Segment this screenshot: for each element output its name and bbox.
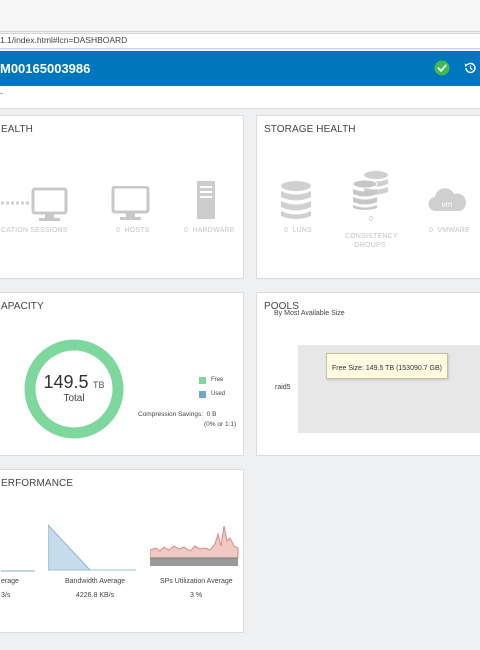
- browser-toolbar: [0, 0, 480, 32]
- performance-title: ERFORMANCE: [1, 478, 74, 489]
- system-health-card[interactable]: EALTH CATION SESSIONS 0 HOSTS 0 HARDWARE: [0, 115, 244, 279]
- pool-tooltip: Free Size: 149.5 TB (153090.7 GB): [326, 353, 448, 379]
- luns-label[interactable]: 0 LUNS: [284, 227, 312, 234]
- consistency-groups-line2: GROUPS: [354, 242, 386, 249]
- server-tower-icon: [197, 181, 215, 219]
- replication-sessions-label[interactable]: CATION SESSIONS: [1, 227, 68, 234]
- sp-utilization-label: SPs Utilization Average: [160, 578, 233, 585]
- vmware-label[interactable]: 0 VMWARE: [429, 227, 470, 234]
- vmware-count: 0: [429, 227, 434, 234]
- hardware-count: 0: [184, 227, 189, 234]
- pools-card[interactable]: POOLS By Most Available Size raid5 Free …: [256, 292, 480, 456]
- capacity-total: 149.5 TB: [24, 372, 124, 393]
- hosts-count: 0: [116, 227, 121, 234]
- consistency-groups-count: 0: [369, 216, 374, 223]
- stacked-database-icon: [352, 171, 388, 210]
- luns-text: LUNS: [292, 227, 312, 234]
- storage-health-card[interactable]: STORAGE HEALTH 0 LUNS 0 CONSISTENCY GROU…: [256, 115, 480, 279]
- legend-used-label: Used: [211, 391, 226, 397]
- capacity-total-unit: TB: [92, 380, 105, 390]
- capacity-card[interactable]: APACITY 149.5 TB Total Free Used Compres…: [0, 292, 244, 456]
- storage-health-title: STORAGE HEALTH: [264, 124, 356, 135]
- iops-sparkline[interactable]: [1, 525, 35, 575]
- address-bar-url[interactable]: 1.1/index.html#lcn=DASHBOARD: [0, 35, 127, 45]
- consistency-groups-line1: CONSISTENCY: [345, 233, 398, 240]
- check-circle-icon[interactable]: [434, 60, 450, 76]
- compression-savings: Compression Savings: 0 B: [138, 411, 216, 418]
- hosts-text: HOSTS: [124, 227, 150, 234]
- iops-average-value: 3/s: [1, 592, 11, 599]
- replication-icon: [1, 187, 68, 221]
- pool-tooltip-text: Free Size: 149.5 TB (153090.7 GB): [332, 365, 442, 372]
- capacity-total-label: Total: [63, 393, 85, 404]
- sp-utilization-sparkline[interactable]: [150, 520, 240, 572]
- bandwidth-average-label: Bandwidth Average: [65, 578, 126, 585]
- performance-card[interactable]: ERFORMANCE erage 3/s Bandwidth Average 4…: [0, 469, 244, 633]
- address-bar[interactable]: 1.1/index.html#lcn=DASHBOARD: [0, 33, 480, 49]
- system-health-title: EALTH: [1, 124, 33, 135]
- consistency-groups-label[interactable]: CONSISTENCY GROUPS: [345, 232, 398, 250]
- iops-average-label: erage: [1, 578, 19, 585]
- history-icon[interactable]: [463, 61, 477, 75]
- hosts-label[interactable]: 0 HOSTS: [116, 227, 150, 234]
- sp-utilization-value: 3 %: [190, 592, 203, 599]
- breadcrumb: -: [0, 88, 3, 98]
- capacity-title: APACITY: [1, 301, 44, 312]
- hardware-text: HARDWARE: [192, 227, 235, 234]
- database-icon: [281, 181, 311, 219]
- pools-subtitle: By Most Available Size: [274, 310, 345, 317]
- system-name: M00165003986: [0, 61, 91, 76]
- svg-text:vm: vm: [442, 200, 453, 209]
- vm-cloud-icon: vm: [428, 188, 467, 212]
- compression-savings-label: Compression Savings:: [138, 411, 204, 418]
- monitor-icon: [111, 186, 150, 220]
- legend-used-swatch: [199, 391, 206, 398]
- breadcrumb-bar: -: [0, 86, 480, 109]
- legend-free-swatch: [199, 377, 206, 384]
- compression-savings-value: 0 B: [206, 411, 217, 418]
- compression-ratio: (0% or 1:1): [204, 421, 237, 428]
- pool-name-label: raid5: [275, 384, 291, 391]
- capacity-total-value: 149.5: [43, 372, 89, 392]
- bandwidth-average-value: 4226.8 KB/s: [76, 592, 115, 599]
- app-header: M00165003986: [0, 51, 480, 86]
- bandwidth-sparkline[interactable]: [48, 524, 136, 572]
- vmware-text: VMWARE: [437, 227, 470, 234]
- luns-count: 0: [284, 227, 289, 234]
- hardware-label[interactable]: 0 HARDWARE: [184, 227, 235, 234]
- legend-free-label: Free: [211, 377, 224, 383]
